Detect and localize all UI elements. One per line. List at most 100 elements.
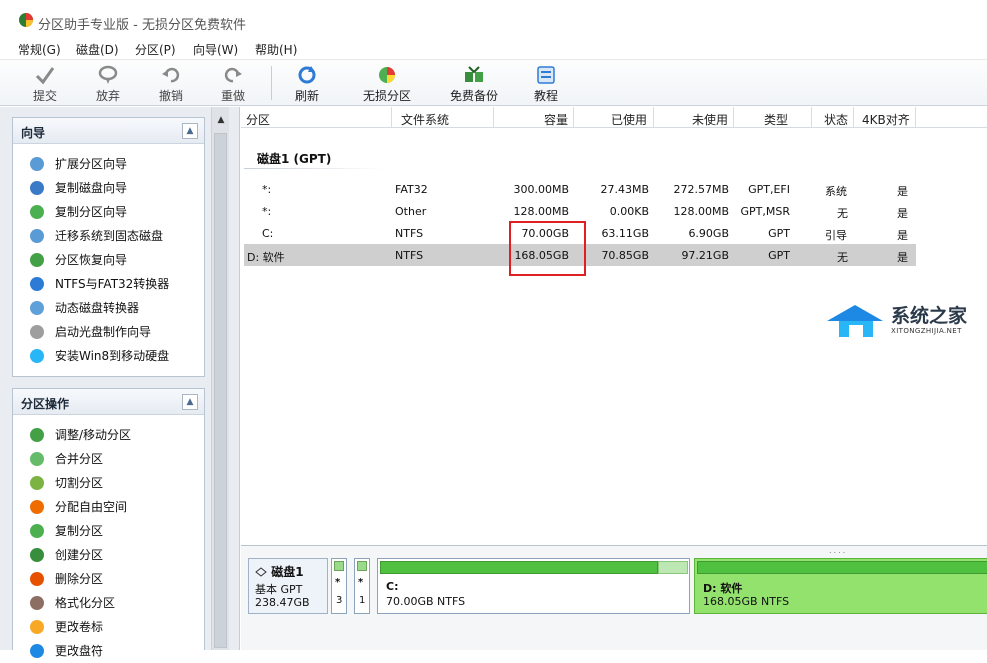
lossless-partition-icon (379, 67, 395, 83)
cell-free: 6.90GB (688, 227, 729, 240)
allocate-icon (30, 500, 44, 514)
undo-button[interactable]: 撤销 (143, 64, 199, 104)
refresh-label: 刷新 (294, 89, 319, 103)
mini-partition[interactable]: * 1 (354, 558, 370, 614)
op-label: 创建分区 (55, 548, 104, 562)
op-copy[interactable]: 复制分区 (13, 519, 204, 543)
format-icon (30, 596, 44, 610)
op-resize-move[interactable]: 调整/移动分区 (13, 423, 204, 447)
op-format[interactable]: 格式化分区 (13, 591, 204, 615)
delete-icon (30, 572, 44, 586)
scroll-thumb[interactable] (214, 133, 227, 648)
wizard-item-label: 安装Win8到移动硬盘 (55, 349, 170, 363)
undo-icon (162, 67, 180, 83)
dynamic-disk-icon (30, 301, 44, 315)
cell-partition: *: (262, 183, 272, 196)
cell-used: 70.85GB (601, 249, 649, 262)
col-used[interactable]: 已使用 (611, 111, 647, 128)
disk-group-label[interactable]: 磁盘1 (GPT) (257, 150, 331, 167)
discard-button[interactable]: 放弃 (80, 64, 136, 104)
wizard-item-label: 复制分区向导 (55, 205, 128, 219)
usage-bar (334, 561, 344, 571)
collapse-ops-button[interactable]: ▲ (182, 394, 198, 410)
menu-disk[interactable]: 磁盘(D) (76, 41, 119, 58)
op-change-label[interactable]: 更改卷标 (13, 615, 204, 639)
tutorial-icon (537, 66, 555, 84)
win8-usb-icon (30, 349, 44, 363)
wizard-item-recovery[interactable]: 分区恢复向导 (13, 248, 204, 272)
disk-info-box[interactable]: 磁盘1 基本 GPT 238.47GB (248, 558, 328, 614)
copy-partition-icon (30, 205, 44, 219)
cell-align: 是 (897, 251, 908, 264)
partition-block-c[interactable]: C: 70.00GB NTFS (377, 558, 690, 614)
wizard-item-dynamic-disk[interactable]: 动态磁盘转换器 (13, 296, 204, 320)
wizard-item-copy-disk[interactable]: 复制磁盘向导 (13, 176, 204, 200)
wizard-item-extend[interactable]: 扩展分区向导 (13, 152, 204, 176)
col-capacity[interactable]: 容量 (544, 111, 568, 128)
refresh-icon (298, 66, 316, 84)
col-filesystem[interactable]: 文件系统 (401, 111, 449, 128)
lossless-partition-button[interactable]: 无损分区 (358, 64, 416, 104)
op-delete[interactable]: 删除分区 (13, 567, 204, 591)
left-scrollbar[interactable]: ▲ (211, 107, 229, 650)
discard-label: 放弃 (95, 89, 120, 103)
menu-help[interactable]: 帮助(H) (255, 41, 297, 58)
tutorial-button[interactable]: 教程 (518, 64, 574, 104)
col-partition[interactable]: 分区 (246, 111, 270, 128)
wizard-item-win8-usb[interactable]: 安装Win8到移动硬盘 (13, 344, 204, 368)
col-type[interactable]: 类型 (764, 111, 788, 128)
wizard-item-label: 复制磁盘向导 (55, 181, 128, 195)
op-label: 切割分区 (55, 476, 104, 490)
disk-type: 基本 GPT (255, 583, 303, 596)
table-row[interactable]: *: FAT32 300.00MB 27.43MB 272.57MB GPT,E… (244, 178, 916, 200)
refresh-button[interactable]: 刷新 (279, 64, 335, 104)
house-logo-icon (827, 305, 883, 337)
scroll-up-icon[interactable]: ▲ (212, 115, 230, 129)
cell-partition: D: 软件 (247, 251, 285, 264)
op-merge[interactable]: 合并分区 (13, 447, 204, 471)
cell-free: 97.21GB (681, 249, 729, 262)
cell-used: 27.43MB (600, 183, 649, 196)
table-header: 分区 文件系统 容量 已使用 未使用 类型 状态 4KB对齐 (241, 107, 987, 128)
cell-partition: *: (262, 205, 272, 218)
partition-ops-title: 分区操作 (21, 397, 70, 411)
window-title: 分区助手专业版 - 无损分区免费软件 (38, 18, 246, 33)
partition-block-d[interactable]: D: 软件 168.05GB NTFS (694, 558, 987, 614)
free-backup-button[interactable]: 免费备份 (445, 64, 503, 104)
op-create[interactable]: 创建分区 (13, 543, 204, 567)
wizard-item-ntfs-fat32[interactable]: NTFS与FAT32转换器 (13, 272, 204, 296)
disk-icon (255, 567, 267, 577)
toolbar-separator (271, 66, 272, 100)
wizard-item-boot-cd[interactable]: 启动光盘制作向导 (13, 320, 204, 344)
mini-partition[interactable]: * 3 (331, 558, 347, 614)
op-label: 复制分区 (55, 524, 104, 538)
migrate-os-icon (30, 229, 44, 243)
redo-button[interactable]: 重做 (205, 64, 261, 104)
used-space-bar (380, 561, 658, 574)
watermark-logo: 系统之家 XITONGZHIJIA.NET (823, 301, 983, 341)
used-space-bar (697, 561, 987, 574)
op-allocate-free[interactable]: 分配自由空间 (13, 495, 204, 519)
col-free[interactable]: 未使用 (692, 111, 728, 128)
menu-wizard[interactable]: 向导(W) (193, 41, 238, 58)
wizard-item-copy-partition[interactable]: 复制分区向导 (13, 200, 204, 224)
wizard-item-migrate-os[interactable]: 迁移系统到固态磁盘 (13, 224, 204, 248)
menu-general[interactable]: 常规(G) (18, 41, 61, 58)
table-row[interactable]: *: Other 128.00MB 0.00KB 128.00MB GPT,MS… (244, 200, 916, 222)
disk-size: 238.47GB (255, 596, 310, 609)
wizard-item-label: 启动光盘制作向导 (55, 325, 152, 339)
split-icon (30, 476, 44, 490)
free-space-bar (658, 561, 688, 574)
commit-button[interactable]: 提交 (17, 64, 73, 104)
label-icon (30, 620, 44, 634)
col-4k-align[interactable]: 4KB对齐 (862, 111, 910, 128)
col-status[interactable]: 状态 (824, 111, 848, 128)
splitter-grip[interactable]: .... (829, 546, 847, 555)
menu-bar: 常规(G) 磁盘(D) 分区(P) 向导(W) 帮助(H) (0, 40, 987, 58)
op-split[interactable]: 切割分区 (13, 471, 204, 495)
collapse-wizard-button[interactable]: ▲ (182, 123, 198, 139)
menu-partition[interactable]: 分区(P) (135, 41, 176, 58)
op-change-letter[interactable]: 更改盘符 (13, 639, 204, 663)
partition-ops-header: 分区操作 ▲ (13, 389, 204, 415)
wizard-item-label: 分区恢复向导 (55, 253, 128, 267)
